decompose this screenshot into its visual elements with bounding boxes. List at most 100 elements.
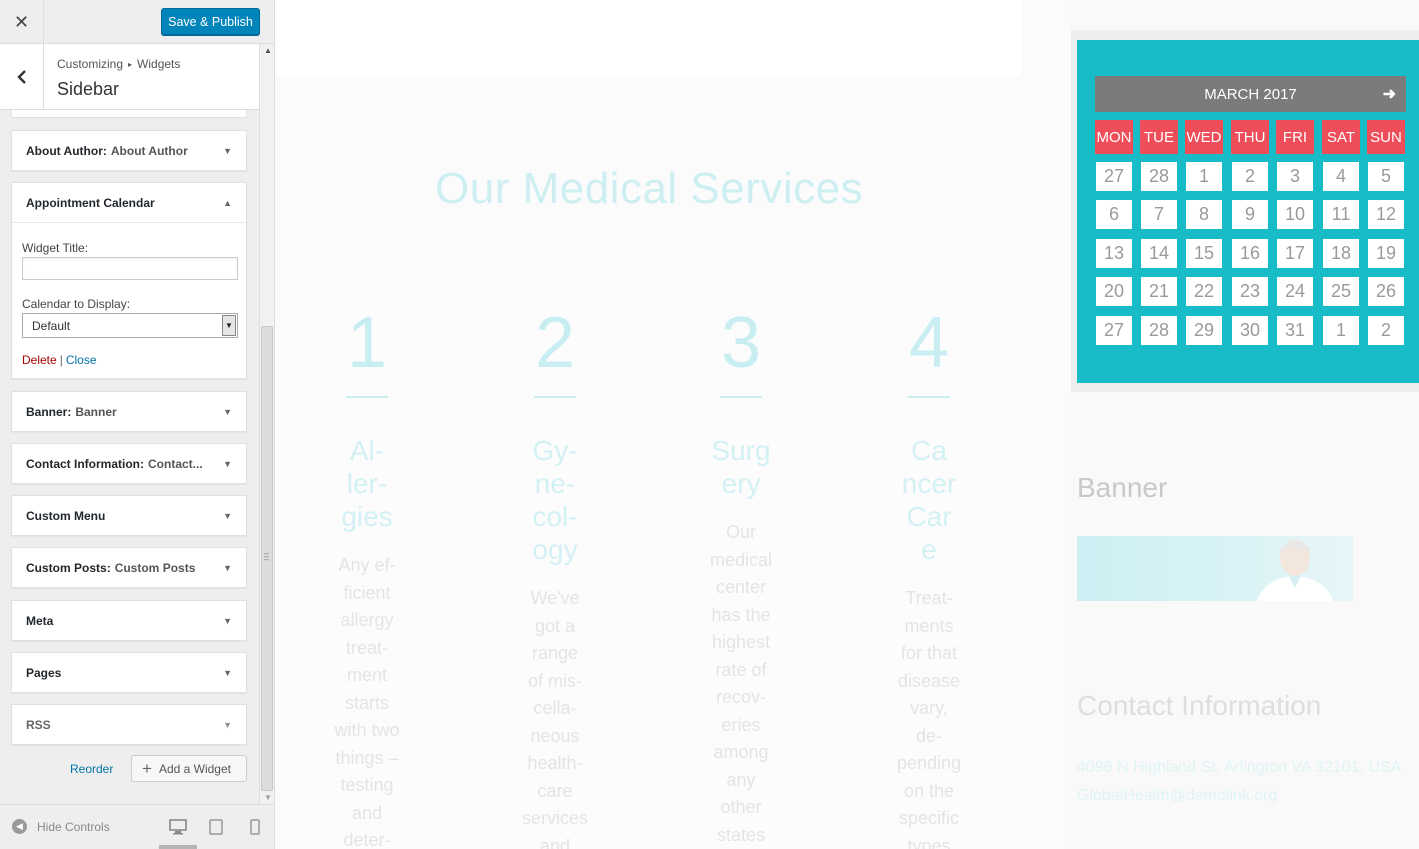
desktop-preview-icon[interactable] bbox=[168, 817, 188, 837]
calendar-date-cell[interactable]: 5 bbox=[1368, 162, 1404, 191]
calendar-date-cell[interactable]: 7 bbox=[1141, 200, 1177, 229]
calendar-date-cell[interactable]: 24 bbox=[1277, 277, 1313, 306]
expand-arrow-icon[interactable]: ▼ bbox=[223, 146, 232, 156]
widget-banner[interactable]: Banner: Banner ▼ bbox=[11, 391, 247, 432]
calendar-date-cell[interactable]: 15 bbox=[1186, 239, 1222, 268]
calendar-date-cell[interactable]: 2 bbox=[1232, 162, 1268, 191]
calendar-date-cell[interactable]: 25 bbox=[1323, 277, 1359, 306]
service-title-line: ncer bbox=[901, 468, 957, 499]
add-widget-label: Add a Widget bbox=[158, 761, 231, 776]
scroll-up-arrow-icon[interactable]: ▲ bbox=[264, 46, 272, 55]
widget-rss[interactable]: RSS ▼ bbox=[11, 704, 247, 745]
calendar-date-cell[interactable]: 4 bbox=[1323, 162, 1359, 191]
calendar-date-cell[interactable]: 16 bbox=[1232, 239, 1268, 268]
expand-arrow-icon[interactable]: ▼ bbox=[223, 616, 232, 626]
service-title-line: ler- bbox=[346, 468, 388, 499]
calendar-date-cell[interactable]: 19 bbox=[1368, 239, 1404, 268]
service-description-line: Any ef- bbox=[338, 555, 396, 575]
expand-arrow-icon[interactable]: ▼ bbox=[223, 407, 232, 417]
calendar-date-cell[interactable]: 12 bbox=[1368, 200, 1404, 229]
calendar-date-cell[interactable]: 1 bbox=[1186, 162, 1222, 191]
widget-meta[interactable]: Meta ▼ bbox=[11, 600, 247, 641]
service-description-line: care bbox=[537, 780, 573, 801]
collapse-arrow-icon[interactable]: ▲ bbox=[223, 198, 232, 208]
calendar-date-cell[interactable]: 17 bbox=[1277, 239, 1313, 268]
grip-icon: – – – bbox=[264, 548, 270, 564]
widget-about-author[interactable]: About Author: About Author ▼ bbox=[11, 130, 247, 171]
dropdown-arrow-icon[interactable]: ▼ bbox=[222, 315, 236, 336]
widget-name: Pages bbox=[26, 665, 62, 680]
service-description-line: treat- bbox=[345, 637, 388, 658]
calendar-date-cell[interactable]: 14 bbox=[1141, 239, 1177, 268]
close-customizer-button[interactable]: ✕ bbox=[0, 0, 44, 44]
calendar-date-cell[interactable]: 6 bbox=[1096, 200, 1132, 229]
calendar-date-cell[interactable]: 18 bbox=[1323, 239, 1359, 268]
widget-pages[interactable]: Pages ▼ bbox=[11, 652, 247, 693]
service-description-line: disease bbox=[897, 670, 961, 691]
calendar-date-cell[interactable]: 1 bbox=[1323, 316, 1359, 345]
service-description-line: rate of bbox=[715, 659, 767, 680]
widget-appointment-calendar-header[interactable]: Appointment Calendar ▲ bbox=[12, 183, 246, 223]
mobile-preview-icon[interactable] bbox=[245, 817, 265, 837]
service-title-line: Car bbox=[906, 501, 952, 532]
reorder-link[interactable]: Reorder bbox=[70, 762, 113, 776]
banner-image[interactable] bbox=[1077, 536, 1353, 601]
delete-link[interactable]: Delete bbox=[22, 353, 57, 367]
expand-arrow-icon[interactable]: ▼ bbox=[223, 459, 232, 469]
calendar-date-cell[interactable]: 28 bbox=[1141, 316, 1177, 345]
calendar-day-name: SUN bbox=[1367, 120, 1405, 154]
widget-custom-posts[interactable]: Custom Posts: Custom Posts ▼ bbox=[11, 547, 247, 588]
calendar-date-cell[interactable]: 21 bbox=[1141, 277, 1177, 306]
calendar-date-cell[interactable]: 28 bbox=[1141, 162, 1177, 191]
calendar-date-cell[interactable]: 22 bbox=[1186, 277, 1222, 306]
add-widget-button[interactable]: + Add a Widget bbox=[131, 755, 247, 782]
calendar-date-cell[interactable]: 2 bbox=[1368, 316, 1404, 345]
calendar-display-select[interactable]: Default ▼ bbox=[22, 313, 238, 338]
calendar-date-cell[interactable]: 11 bbox=[1323, 200, 1359, 229]
scroll-down-arrow-icon[interactable]: ▼ bbox=[264, 793, 272, 802]
calendar-date-cell[interactable]: 27 bbox=[1096, 316, 1132, 345]
service-description-line: Our bbox=[725, 522, 756, 542]
widget-list-top-edge bbox=[11, 110, 247, 118]
expand-arrow-icon[interactable]: ▼ bbox=[223, 563, 232, 573]
calendar-date-cell[interactable]: 23 bbox=[1232, 277, 1268, 306]
next-month-arrow-icon[interactable]: ➜ bbox=[1383, 84, 1396, 104]
back-button[interactable] bbox=[0, 44, 44, 110]
widget-title-input[interactable] bbox=[22, 257, 238, 280]
service-number: 2 bbox=[534, 303, 576, 383]
save-publish-button[interactable]: Save & Publish bbox=[161, 8, 260, 35]
scrollbar[interactable]: ▲ – – – ▼ bbox=[259, 44, 274, 804]
calendar-date-cell[interactable]: 8 bbox=[1186, 200, 1222, 229]
service-title-line: Gy- bbox=[532, 435, 578, 466]
service-description-line: pending bbox=[896, 753, 962, 773]
tablet-preview-icon[interactable] bbox=[206, 817, 226, 837]
widget-name: Custom Menu bbox=[26, 508, 106, 523]
calendar-date-cell[interactable]: 31 bbox=[1277, 316, 1313, 345]
calendar-date-cell[interactable]: 13 bbox=[1096, 239, 1132, 268]
calendar-date-cell[interactable]: 30 bbox=[1232, 316, 1268, 345]
widget-custom-menu[interactable]: Custom Menu ▼ bbox=[11, 495, 247, 536]
service-description-line: on the bbox=[903, 780, 955, 801]
expand-arrow-icon[interactable]: ▼ bbox=[223, 720, 232, 730]
expand-arrow-icon[interactable]: ▼ bbox=[223, 668, 232, 678]
breadcrumb: Customizing ▸ Widgets bbox=[57, 57, 180, 71]
hide-controls-button[interactable]: ◀ Hide Controls bbox=[12, 819, 110, 834]
calendar-date-cell[interactable]: 9 bbox=[1232, 200, 1268, 229]
service-description-line: any bbox=[726, 769, 756, 790]
service-description-line: ficient bbox=[343, 582, 391, 603]
calendar-date-cell[interactable]: 3 bbox=[1277, 162, 1313, 191]
service-title-line: ne- bbox=[534, 468, 576, 499]
close-link[interactable]: Close bbox=[66, 353, 97, 367]
expand-arrow-icon[interactable]: ▼ bbox=[223, 511, 232, 521]
services-title: Our Medical Services bbox=[435, 164, 864, 213]
calendar-date-cell[interactable]: 29 bbox=[1186, 316, 1222, 345]
calendar-date-cell[interactable]: 27 bbox=[1096, 162, 1132, 191]
calendar-date-cell[interactable]: 10 bbox=[1277, 200, 1313, 229]
customizer-header: ✕ Save & Publish bbox=[0, 0, 274, 44]
close-icon: ✕ bbox=[13, 11, 30, 32]
service-title: Surg ery bbox=[675, 434, 807, 500]
scrollbar-thumb[interactable]: – – – bbox=[261, 326, 273, 791]
widget-contact-information[interactable]: Contact Information: Contact... ▼ bbox=[11, 443, 247, 484]
calendar-date-cell[interactable]: 20 bbox=[1096, 277, 1132, 306]
calendar-date-cell[interactable]: 26 bbox=[1368, 277, 1404, 306]
